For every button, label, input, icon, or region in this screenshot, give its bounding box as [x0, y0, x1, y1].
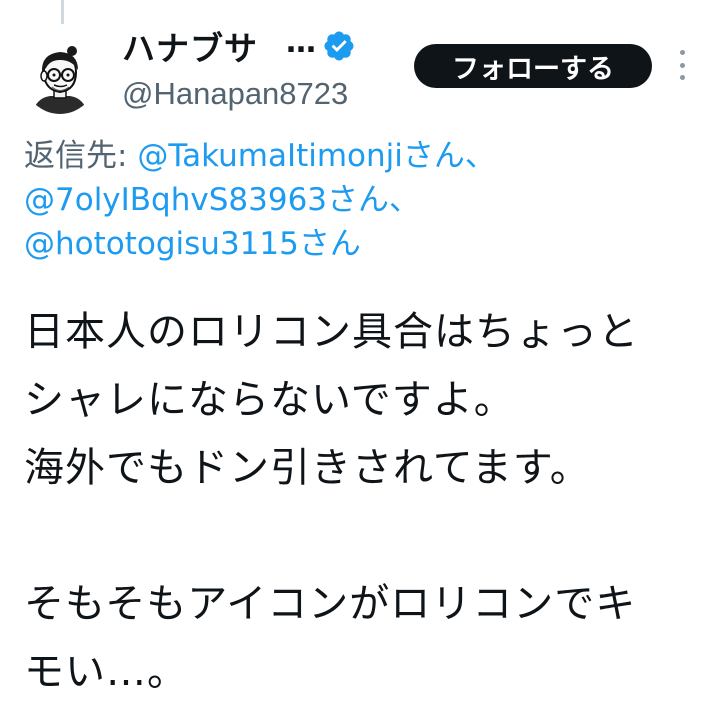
mention-link[interactable]: @hototogisu3115さん — [24, 226, 361, 262]
more-dot — [679, 62, 685, 68]
tweet-text-line: モい…。 — [24, 649, 188, 695]
tweet-text-line: 日本人のロリコン具合はちょっと — [24, 309, 639, 355]
tweet-header: ハナブサ … @Hanapan8723 — [122, 22, 402, 112]
reply-to-block: 返信先: @TakumaItimonjiさん、 @7olyIBqhvS83963… — [24, 134, 704, 266]
user-handle[interactable]: @Hanapan8723 — [122, 76, 402, 112]
avatar[interactable] — [24, 42, 96, 114]
more-dot — [679, 50, 685, 55]
name-ellipsis: … — [286, 24, 316, 60]
mention-link[interactable]: @TakumaItimonjiさん、 — [137, 138, 496, 174]
tweet-text-line — [24, 502, 704, 570]
verified-badge-icon — [322, 29, 356, 63]
reply-line: 返信先: @TakumaItimonjiさん、 — [24, 134, 704, 178]
tweet-text: 日本人のロリコン具合はちょっと シャレにならないですよ。 海外でもドン引きされて… — [24, 298, 704, 706]
reply-line: @7olyIBqhvS83963さん、 — [24, 178, 704, 222]
tweet-text-line: そもそもアイコンがロリコンでキ — [24, 581, 637, 627]
cartoon-avatar-image — [24, 42, 96, 114]
more-dot — [679, 75, 685, 80]
name-row: ハナブサ … — [122, 22, 402, 70]
reply-line: @hototogisu3115さん — [24, 222, 704, 266]
reply-prefix: 返信先: — [24, 138, 138, 174]
tweet-text-line: シャレにならないですよ。 — [24, 377, 515, 423]
more-vertical-icon[interactable] — [672, 48, 692, 82]
thread-connector-line — [61, 0, 64, 24]
tweet-text-line: 海外でもドン引きされてます。 — [24, 445, 591, 491]
follow-button[interactable]: フォローする — [414, 44, 652, 88]
display-name[interactable]: ハナブサ — [122, 22, 258, 70]
mention-link[interactable]: @7olyIBqhvS83963さん、 — [24, 182, 420, 218]
